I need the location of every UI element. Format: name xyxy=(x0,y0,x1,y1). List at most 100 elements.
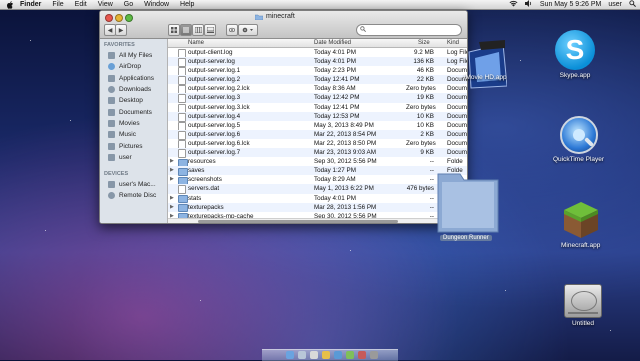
sidebar-item-airdrop[interactable]: AirDrop xyxy=(100,61,167,72)
menu-help[interactable]: Help xyxy=(180,1,194,8)
file-row[interactable]: output-server.log.1 Today 2:23 PM 46 KB Doc… xyxy=(168,66,467,77)
star xyxy=(30,40,31,41)
folder-row[interactable]: ▶screenshotsToday 8:29 AM--Folde xyxy=(168,175,467,185)
sidebar-item-music[interactable]: Music xyxy=(100,129,167,140)
close-button[interactable] xyxy=(105,14,113,22)
file-row[interactable]: output-server.log.6.lck Mar 22, 2013 8:50… xyxy=(168,139,467,149)
folder-icon xyxy=(255,14,263,20)
home-icon xyxy=(108,153,115,161)
sidebar-item-all-my-files[interactable]: All My Files xyxy=(100,50,167,61)
action-menu-button[interactable] xyxy=(238,24,258,36)
file-row[interactable]: output-server.log.2.lck Today 8:36 AM Zero… xyxy=(168,84,467,95)
file-size: 136 KB xyxy=(413,58,434,66)
file-row[interactable]: output-server.log.5 May 3, 2013 8:49 PM 10… xyxy=(168,121,467,131)
column-header-kind[interactable]: Kind xyxy=(447,39,459,47)
file-date: Today 8:36 AM xyxy=(314,85,356,93)
desktop-icon-skype[interactable]: S Skype.app xyxy=(555,30,595,79)
downloads-icon xyxy=(108,86,115,94)
minimize-button[interactable] xyxy=(115,14,123,22)
sidebar-item-downloads[interactable]: Downloads xyxy=(100,84,167,95)
menubar-user[interactable]: user xyxy=(608,1,622,8)
disclosure-triangle-icon[interactable]: ▶ xyxy=(170,203,174,212)
disclosure-triangle-icon[interactable]: ▶ xyxy=(170,194,174,203)
volume-icon[interactable] xyxy=(524,0,533,9)
forward-button[interactable]: ▶ xyxy=(115,24,127,36)
column-header-date[interactable]: Date Modified xyxy=(314,39,351,47)
launchpad-dock-icon[interactable] xyxy=(298,351,306,359)
file-name: output-server.log.5 xyxy=(188,121,241,129)
app-dock-icon[interactable] xyxy=(334,351,342,359)
apple-menu-icon[interactable] xyxy=(6,0,14,9)
file-size: 19 KB xyxy=(416,94,434,102)
sidebar-item-desktop[interactable]: Desktop xyxy=(100,95,167,106)
spotlight-icon[interactable] xyxy=(629,0,636,9)
coverflow-icon xyxy=(206,27,214,33)
menu-view[interactable]: View xyxy=(98,1,113,8)
wifi-icon[interactable] xyxy=(509,0,518,9)
file-name: screenshots xyxy=(188,176,222,184)
icon-view-button[interactable] xyxy=(168,24,180,36)
file-row[interactable]: output-server.log.3.lck Today 12:41 PM Zer… xyxy=(168,103,467,113)
desktop-icon-label: Minecraft.app xyxy=(561,242,601,249)
file-row[interactable]: output-server.log.6 Mar 22, 2013 8:54 PM 2… xyxy=(168,129,467,140)
menu-go[interactable]: Go xyxy=(124,1,133,8)
menu-edit[interactable]: Edit xyxy=(75,1,87,8)
file-name: output-server.log.3.lck xyxy=(188,103,250,111)
skype-icon: S xyxy=(555,30,595,70)
file-row[interactable]: output-server.log.2 Today 12:41 PM 22 KB Do… xyxy=(168,75,467,86)
desktop-icon-imovie[interactable]: iMovie HD.app xyxy=(464,40,508,89)
sidebar-item-remote-disc[interactable]: Remote Disc xyxy=(100,190,167,201)
coverflow-view-button[interactable] xyxy=(204,24,216,36)
file-date: Sep 30, 2012 5:56 PM xyxy=(314,158,377,166)
file-date: Today 2:23 PM xyxy=(314,67,357,75)
sidebar-item-user[interactable]: user xyxy=(100,152,167,163)
star xyxy=(200,300,201,301)
menu-window[interactable]: Window xyxy=(144,1,169,8)
column-header-name[interactable]: Name xyxy=(188,39,204,47)
file-size: -- xyxy=(429,203,434,211)
desktop-icon-untitled[interactable]: Untitled xyxy=(564,284,602,327)
app-dock-icon[interactable] xyxy=(358,351,366,359)
menu-finder[interactable]: Finder xyxy=(20,1,41,8)
file-kind: Docum xyxy=(447,94,467,102)
list-view-button[interactable] xyxy=(180,24,192,36)
desktop-icon-dungeon-runner[interactable] xyxy=(436,168,500,234)
disclosure-triangle-icon[interactable]: ▶ xyxy=(170,166,174,175)
search-field[interactable] xyxy=(356,24,462,36)
disclosure-triangle-icon[interactable]: ▶ xyxy=(170,175,174,184)
sidebar-item-applications[interactable]: Applications xyxy=(100,73,167,84)
folder-row[interactable]: ▶ resources Sep 30, 2012 5:56 PM -- Folde xyxy=(168,157,467,167)
finder-dock-icon[interactable] xyxy=(286,351,294,359)
file-row[interactable]: output-server.log.7 Mar 23, 2013 9:03 AM 9… xyxy=(168,148,467,159)
column-view-button[interactable] xyxy=(192,24,204,36)
folder-row[interactable]: ▶ saves Today 1:27 PM -- Folde xyxy=(168,166,467,176)
column-header: Name Date Modified Size Kind xyxy=(168,39,467,48)
trash-dock-icon[interactable] xyxy=(370,351,378,359)
folder-row[interactable]: ▶statsToday 4:01 PM--Folde xyxy=(168,194,467,203)
file-row[interactable]: output-server.log.3 Today 12:42 PM 19 KB Do… xyxy=(168,93,467,104)
quicklook-button[interactable] xyxy=(226,24,238,36)
sidebar-item-movies[interactable]: Movies xyxy=(100,118,167,129)
sidebar-item-mac[interactable]: user's Mac... xyxy=(100,179,167,190)
file-row[interactable]: servers.datMay 1, 2013 6:22 PM476 bytesD… xyxy=(168,184,467,195)
mail-dock-icon[interactable] xyxy=(322,351,330,359)
sidebar-item-documents[interactable]: Documents xyxy=(100,106,167,117)
file-name: servers.dat xyxy=(188,185,220,193)
menu-file[interactable]: File xyxy=(52,1,63,8)
desktop-icon-quicktime[interactable]: QuickTime Player xyxy=(553,116,604,163)
file-name: output-client.log xyxy=(188,49,233,56)
scrollbar-thumb[interactable] xyxy=(198,220,398,223)
folder-row[interactable]: ▶texturepacksMar 28, 2013 1:56 PM--Folde xyxy=(168,202,467,213)
disclosure-triangle-icon[interactable]: ▶ xyxy=(170,157,174,166)
desktop-icon-minecraft[interactable]: Minecraft.app xyxy=(561,200,600,249)
file-row[interactable]: output-server.log Today 4:01 PM 136 KB Log … xyxy=(168,57,467,68)
file-row[interactable]: output-client.log Today 4:01 PM 9.2 MB Log … xyxy=(168,48,467,58)
column-header-size[interactable]: Size xyxy=(418,39,430,47)
zoom-button[interactable] xyxy=(125,14,133,22)
horizontal-scrollbar[interactable] xyxy=(168,218,467,223)
menubar-clock[interactable]: Sun May 5 9:26 PM xyxy=(540,1,601,8)
sidebar-item-pictures[interactable]: Pictures xyxy=(100,140,167,151)
app-dock-icon[interactable] xyxy=(346,351,354,359)
file-row[interactable]: output-server.log.4 Today 12:53 PM 10 KB Do… xyxy=(168,111,467,122)
safari-dock-icon[interactable] xyxy=(310,351,318,359)
